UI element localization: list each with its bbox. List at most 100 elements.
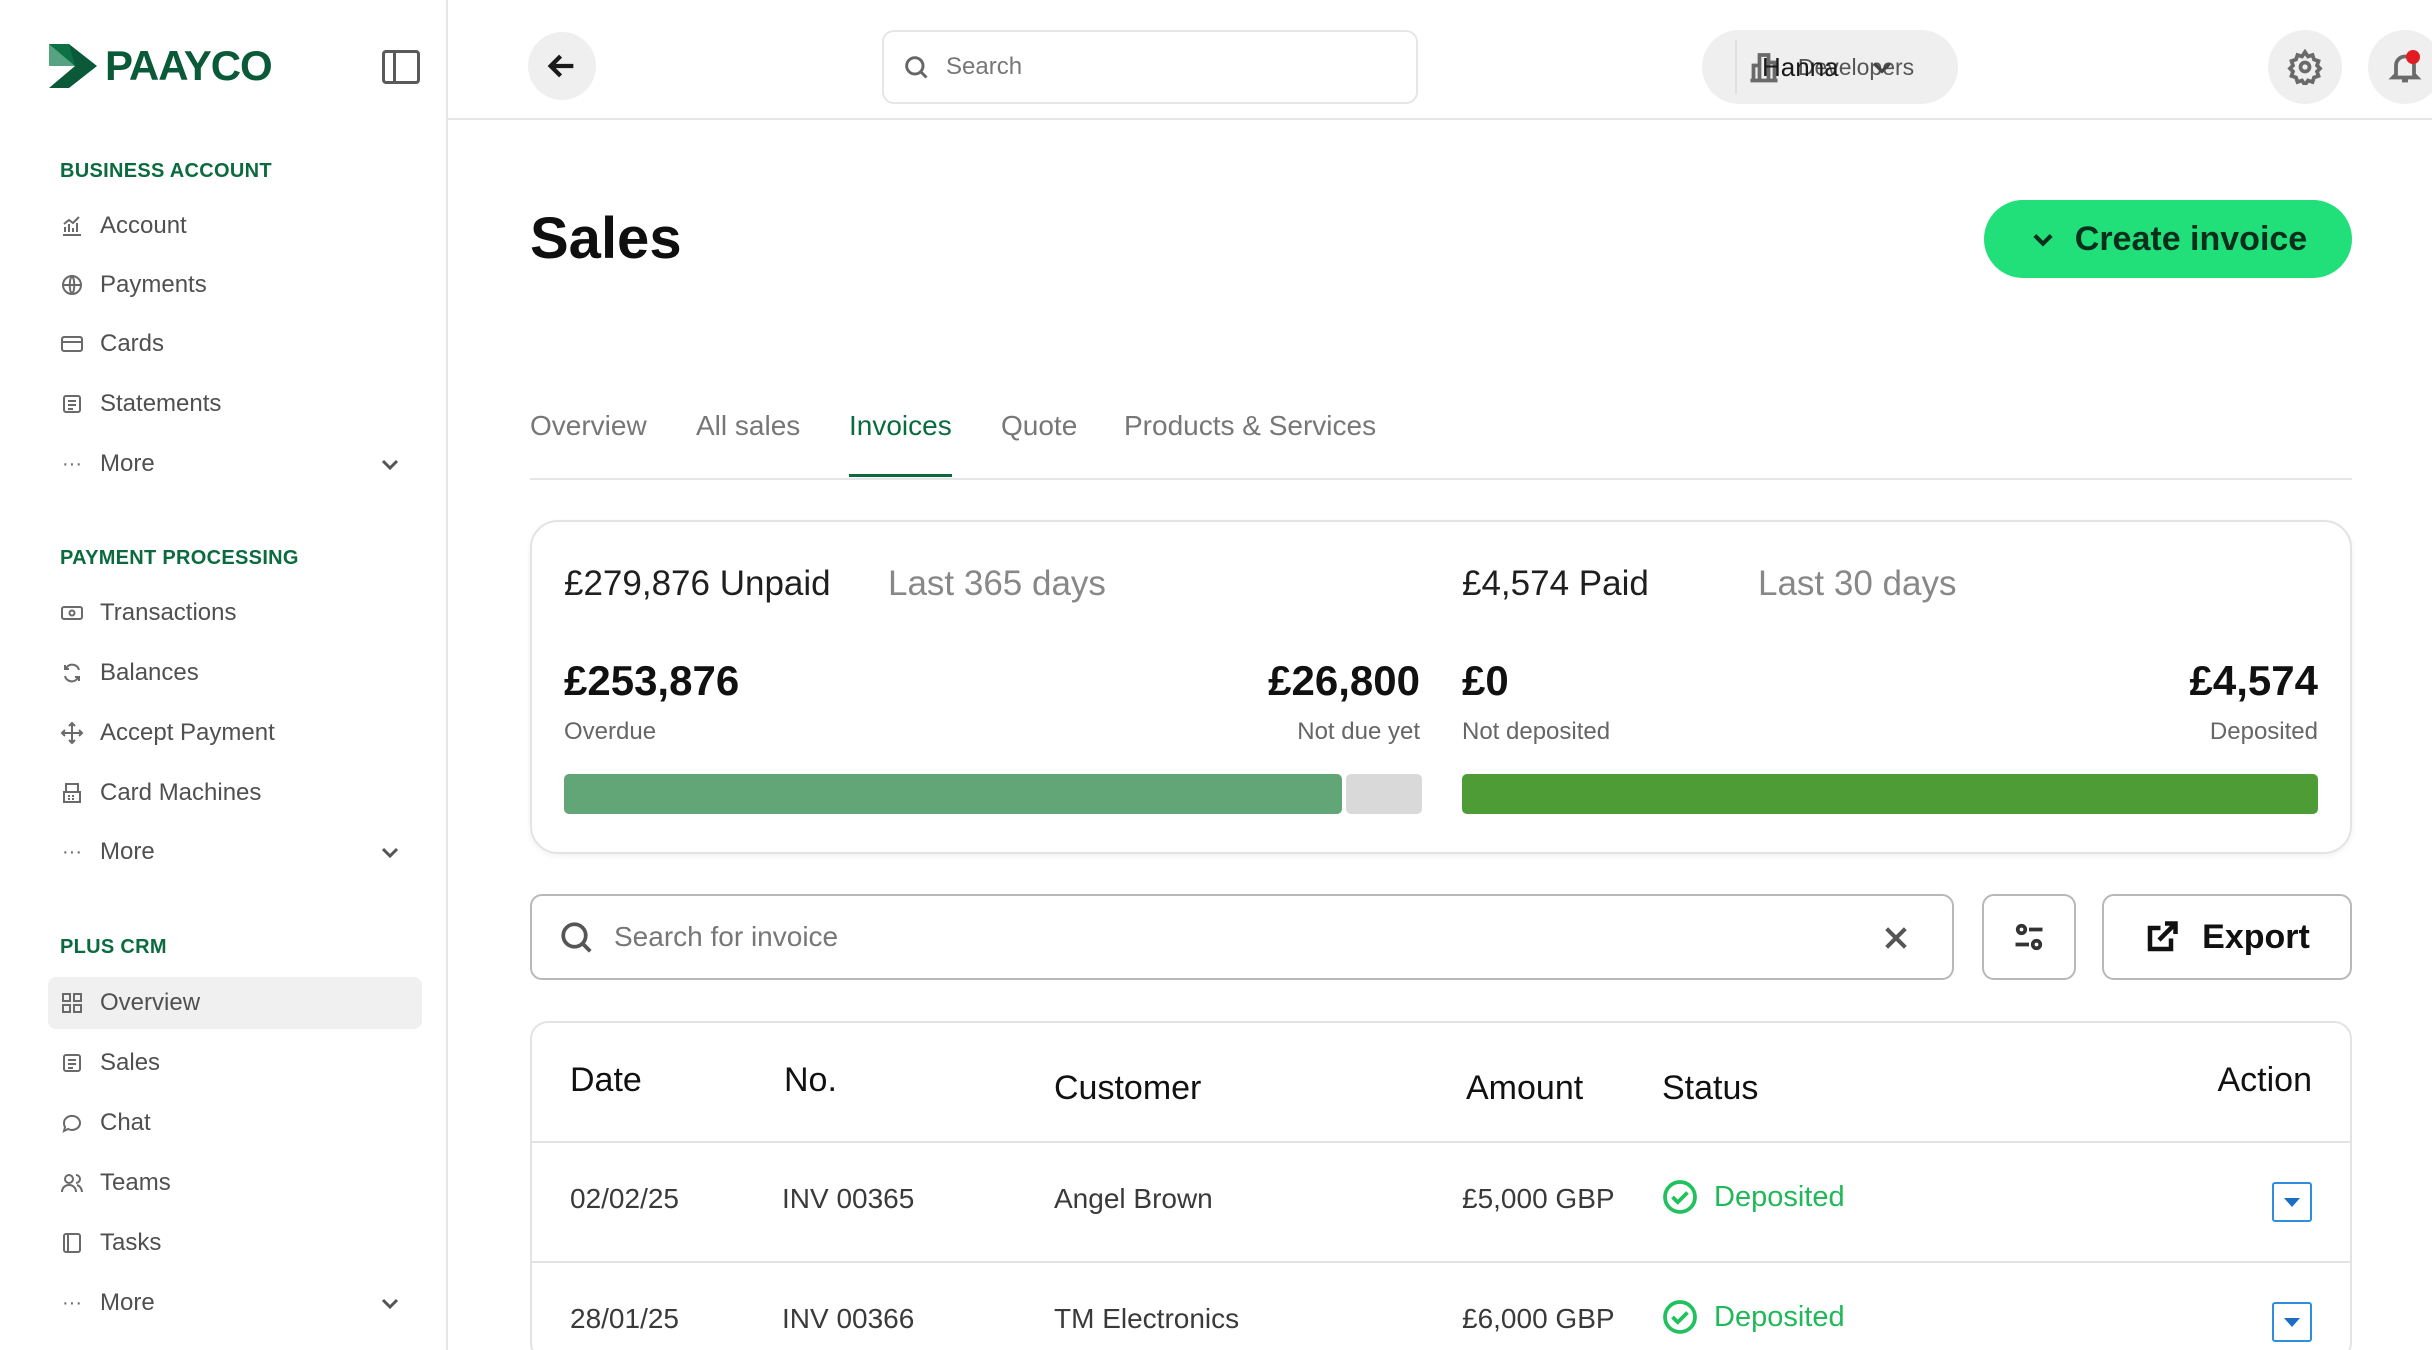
check-circle-icon (1663, 1300, 1697, 1334)
sidebar-toggle-icon[interactable] (382, 50, 420, 84)
sidebar-item-label: More (100, 450, 155, 477)
paid-period: Last 30 days (1758, 564, 1957, 603)
document-icon (60, 392, 84, 416)
top-search-input[interactable] (946, 53, 1366, 81)
cell-date: 02/02/25 (570, 1183, 679, 1214)
sidebar-item-cards[interactable]: Cards (48, 318, 422, 370)
sidebar-item-label: More (100, 1289, 155, 1316)
top-search-box[interactable] (882, 30, 1418, 104)
sidebar-item-more-business[interactable]: ··· More (48, 438, 422, 490)
more-icon: ··· (62, 452, 82, 475)
sidebar-item-label: Account (100, 212, 187, 239)
search-icon (905, 56, 928, 79)
header-date[interactable]: Date (570, 1061, 642, 1100)
filter-button[interactable] (1982, 894, 2076, 980)
refresh-icon (60, 661, 84, 685)
notifications-button[interactable] (2368, 30, 2432, 104)
sidebar-item-card-machines[interactable]: Card Machines (48, 767, 422, 819)
move-icon (60, 721, 84, 745)
sidebar-item-label: Tasks (100, 1229, 162, 1256)
header-action: Action (2217, 1061, 2313, 1099)
tab-overview[interactable]: Overview (530, 410, 647, 474)
users-icon (60, 1171, 84, 1195)
sidebar-item-label: Balances (100, 659, 199, 686)
header-customer[interactable]: Customer (1054, 1069, 1201, 1108)
row-action-dropdown[interactable] (2272, 1182, 2312, 1222)
sidebar-item-more-payment[interactable]: ··· More (48, 826, 422, 878)
chat-icon (60, 1111, 84, 1135)
section-title-payment-processing: PAYMENT PROCESSING (60, 547, 299, 569)
sidebar-item-teams[interactable]: Teams (48, 1157, 422, 1209)
settings-button[interactable] (2268, 30, 2342, 104)
sidebar-item-statements[interactable]: Statements (48, 378, 422, 430)
tasks-icon (60, 1231, 84, 1255)
cell-customer: TM Electronics (1054, 1303, 1240, 1334)
search-icon (561, 922, 592, 953)
sidebar-item-label: Cards (100, 330, 165, 357)
invoice-search-box[interactable] (530, 894, 1954, 980)
section-title-business-account: BUSINESS ACCOUNT (60, 160, 272, 182)
header-status[interactable]: Status (1662, 1069, 1758, 1108)
more-icon: ··· (62, 840, 82, 863)
sidebar-item-label: Payments (100, 271, 207, 298)
globe-icon (60, 273, 84, 297)
row-action-dropdown[interactable] (2272, 1302, 2312, 1342)
unpaid-period: Last 365 days (888, 564, 1106, 603)
deposited-label: Deposited (2209, 718, 2318, 745)
sidebar-item-balances[interactable]: Balances (48, 647, 422, 699)
sidebar-item-more-crm[interactable]: ··· More (48, 1277, 422, 1329)
sidebar-item-label: Sales (100, 1049, 161, 1076)
tab-products-services[interactable]: Products & Services (1124, 410, 1376, 474)
sidebar-item-label: Accept Payment (100, 719, 275, 746)
cell-no: INV 00366 (782, 1303, 915, 1334)
tab-all-sales[interactable]: All sales (696, 410, 800, 474)
status-badge: Deposited (1662, 1179, 1845, 1215)
invoice-search-input[interactable] (614, 921, 1814, 953)
not-deposited-label: Not deposited (1462, 718, 1611, 745)
sidebar-item-chat[interactable]: Chat (48, 1097, 422, 1149)
card-icon (60, 332, 84, 356)
sidebar-item-label: Teams (100, 1169, 171, 1196)
table-row[interactable]: 28/01/25 INV 00366 TM Electronics £6,000… (532, 1261, 2350, 1350)
chevron-down-icon (378, 452, 402, 476)
deposited-progress-bar (1462, 774, 2318, 814)
create-invoice-button[interactable]: Create invoice (1984, 200, 2352, 278)
header-no[interactable]: No. (784, 1061, 837, 1100)
invoices-table: Date No. Customer Amount Status Action 0… (530, 1021, 2352, 1350)
external-link-icon (2147, 921, 2178, 952)
sidebar-item-sales[interactable]: Sales (48, 1037, 422, 1089)
transactions-icon (60, 601, 84, 625)
table-row[interactable]: 02/02/25 INV 00365 Angel Brown £5,000 GB… (532, 1141, 2350, 1261)
overdue-value: £253,876 (564, 657, 740, 704)
notification-dot (2406, 50, 2420, 64)
sidebar: PAAYCO BUSINESS ACCOUNT Account Payments… (0, 0, 448, 1350)
tabs: Overview All sales Invoices Quote Produc… (530, 404, 2352, 480)
sidebar-item-label: More (100, 838, 155, 865)
sidebar-item-accept-payment[interactable]: Accept Payment (48, 707, 422, 759)
sidebar-item-overview[interactable]: Overview (48, 977, 422, 1029)
unpaid-heading: £279,876 Unpaid (564, 564, 831, 603)
header-amount[interactable]: Amount (1466, 1069, 1583, 1108)
user-name: Hanna (1762, 51, 1839, 82)
sidebar-item-tasks[interactable]: Tasks (48, 1217, 422, 1269)
sidebar-item-transactions[interactable]: Transactions (48, 587, 422, 639)
brand-logo[interactable]: PAAYCO (45, 38, 273, 94)
caret-down-icon (2284, 1198, 2300, 1207)
back-button[interactable] (528, 32, 596, 100)
sidebar-item-label: Statements (100, 390, 222, 417)
cell-amount: £5,000 GBP (1462, 1183, 1615, 1214)
gear-icon (2287, 49, 2323, 85)
export-button[interactable]: Export (2102, 894, 2352, 980)
tab-quote[interactable]: Quote (1001, 410, 1077, 474)
caret-down-icon (2284, 1318, 2300, 1327)
status-badge: Deposited (1662, 1299, 1845, 1335)
chevron-down-icon (378, 840, 402, 864)
sidebar-item-payments[interactable]: Payments (48, 259, 422, 311)
status-label: Deposited (1714, 1300, 1845, 1333)
tab-invoices[interactable]: Invoices (849, 410, 952, 477)
user-menu[interactable]: Hanna (1762, 40, 1895, 94)
check-circle-icon (1663, 1180, 1697, 1214)
grid-icon (60, 991, 84, 1015)
clear-icon[interactable] (1880, 922, 1912, 954)
sidebar-item-account[interactable]: Account (48, 200, 422, 252)
